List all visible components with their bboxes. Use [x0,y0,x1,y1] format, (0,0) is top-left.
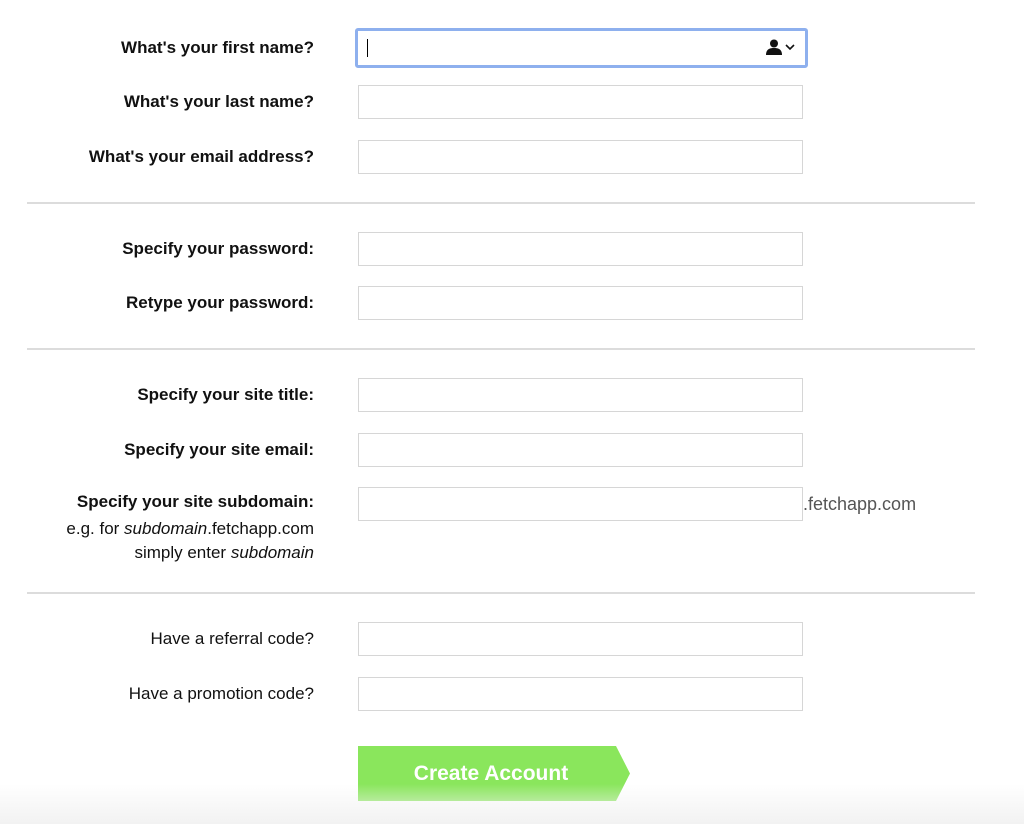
chevron-down-icon [785,44,795,51]
email-label: What's your email address? [88,147,314,166]
first-name-input[interactable] [355,28,808,68]
site-email-label: Specify your site email: [124,440,314,459]
section-divider [27,202,975,204]
email-input[interactable] [358,140,803,174]
promotion-row: Have a promotion code? [0,677,1024,711]
hint-text: e.g. for [66,519,125,538]
last-name-input[interactable] [358,85,803,119]
email-row: What's your email address? [0,140,1024,174]
referral-row: Have a referral code? [0,622,1024,656]
retype-password-input[interactable] [358,286,803,320]
hint-emphasis: subdomain [124,519,208,538]
first-name-row: What's your first name? [0,28,1024,68]
subdomain-hint-line2: simply enter subdomain [134,541,314,565]
password-input[interactable] [358,232,803,266]
last-name-row: What's your last name? [0,85,1024,119]
subdomain-row: Specify your site subdomain: .fetchapp.c… [0,487,1024,562]
promotion-code-input[interactable] [358,677,803,711]
referral-label: Have a referral code? [150,629,314,648]
site-email-input[interactable] [358,433,803,467]
password-label: Specify your password: [122,239,314,258]
subdomain-hint-line1: e.g. for subdomain.fetchapp.com [66,517,314,541]
hint-emphasis: subdomain [230,543,314,562]
site-email-row: Specify your site email: [0,433,1024,467]
site-title-label: Specify your site title: [137,385,314,404]
referral-code-input[interactable] [358,622,803,656]
site-title-input[interactable] [358,378,803,412]
first-name-label: What's your first name? [121,38,314,57]
hint-text: simply enter [134,543,231,562]
subdomain-label: Specify your site subdomain: [76,492,314,511]
subdomain-suffix: .fetchapp.com [803,494,917,514]
create-account-button[interactable]: Create Account [358,746,630,801]
section-divider [27,592,975,594]
contact-autofill-icon [766,39,782,55]
site-title-row: Specify your site title: [0,378,1024,412]
password-row: Specify your password: [0,232,1024,266]
hint-text: .fetchapp.com [207,519,314,538]
autofill-button[interactable] [765,39,795,55]
last-name-label: What's your last name? [123,92,314,111]
subdomain-input[interactable] [358,487,803,521]
retype-password-row: Retype your password: [0,286,1024,320]
promotion-label: Have a promotion code? [128,684,314,703]
text-cursor [367,39,368,57]
retype-password-label: Retype your password: [126,293,314,312]
section-divider [27,348,975,350]
